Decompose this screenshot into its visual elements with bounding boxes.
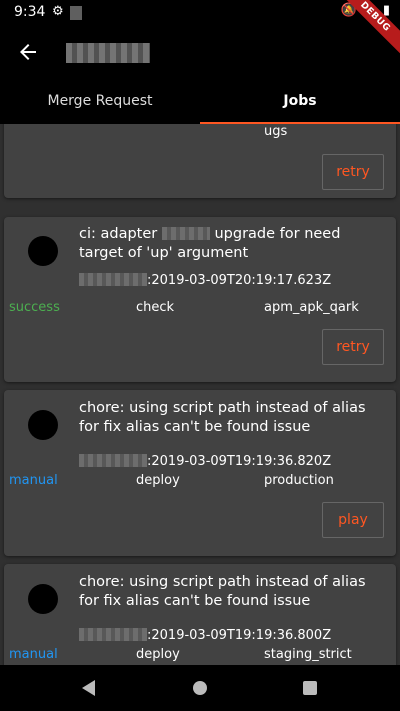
retry-button[interactable]: retry <box>322 329 384 365</box>
retry-button[interactable]: retry <box>322 154 384 190</box>
job-title: ci: adapter upgrade for need target of '… <box>79 225 379 263</box>
job-author-time: :2019-03-09T19:19:36.800Z <box>79 628 331 643</box>
job-card: chore: using script path instead of alia… <box>4 390 396 556</box>
system-nav-bar <box>0 665 400 711</box>
job-status: success <box>9 300 60 315</box>
redacted-text <box>161 227 210 240</box>
job-timestamp: :2019-03-09T19:19:36.800Z <box>147 628 332 643</box>
arrow-back-icon <box>20 44 36 60</box>
job-timestamp: :2019-03-09T20:19:17.623Z <box>147 273 332 288</box>
job-stage: deploy <box>136 647 180 662</box>
author-redacted <box>79 273 147 286</box>
notification-icon <box>70 6 82 20</box>
play-button[interactable]: play <box>322 502 384 538</box>
job-name: staging_strict <box>264 647 352 662</box>
job-name: ugs <box>264 124 288 139</box>
job-stage: check <box>136 300 175 315</box>
job-author-time: :2019-03-09T19:19:36.820Z <box>79 454 331 469</box>
nav-recents-icon[interactable] <box>303 681 317 695</box>
jobs-list[interactable]: ugs retry ci: adapter upgrade for need t… <box>0 124 400 665</box>
avatar <box>28 236 58 266</box>
app-title-redacted <box>66 43 150 63</box>
job-card: chore: using script path instead of alia… <box>4 564 396 665</box>
tab-merge-request[interactable]: Merge Request <box>0 80 200 124</box>
status-time: 9:34 <box>14 4 46 20</box>
avatar <box>28 410 58 440</box>
tab-jobs[interactable]: Jobs <box>200 80 400 124</box>
job-status: manual <box>9 473 58 488</box>
nav-home-icon[interactable] <box>193 681 207 695</box>
job-status: manual <box>9 647 58 662</box>
app-bar <box>0 24 400 80</box>
author-redacted <box>79 454 147 467</box>
job-name: apm_apk_qark <box>264 300 359 315</box>
job-stage: deploy <box>136 473 180 488</box>
tab-bar: Merge Request Jobs <box>0 80 400 124</box>
author-redacted <box>79 628 147 641</box>
job-card: ugs retry <box>4 124 396 198</box>
job-title: chore: using script path instead of alia… <box>79 574 366 609</box>
settings-icon: ⚙ <box>52 4 64 19</box>
job-title-start: ci: adapter <box>79 226 158 242</box>
job-timestamp: :2019-03-09T19:19:36.820Z <box>147 454 332 469</box>
job-card: ci: adapter upgrade for need target of '… <box>4 217 396 382</box>
job-title: chore: using script path instead of alia… <box>79 400 366 435</box>
back-button[interactable] <box>12 36 44 68</box>
status-bar: 9:34 ⚙ 🔕 ▼ ▮ <box>0 0 400 24</box>
job-name: production <box>264 473 334 488</box>
nav-back-icon[interactable] <box>82 680 95 696</box>
avatar <box>28 584 58 614</box>
job-author-time: :2019-03-09T20:19:17.623Z <box>79 273 331 288</box>
